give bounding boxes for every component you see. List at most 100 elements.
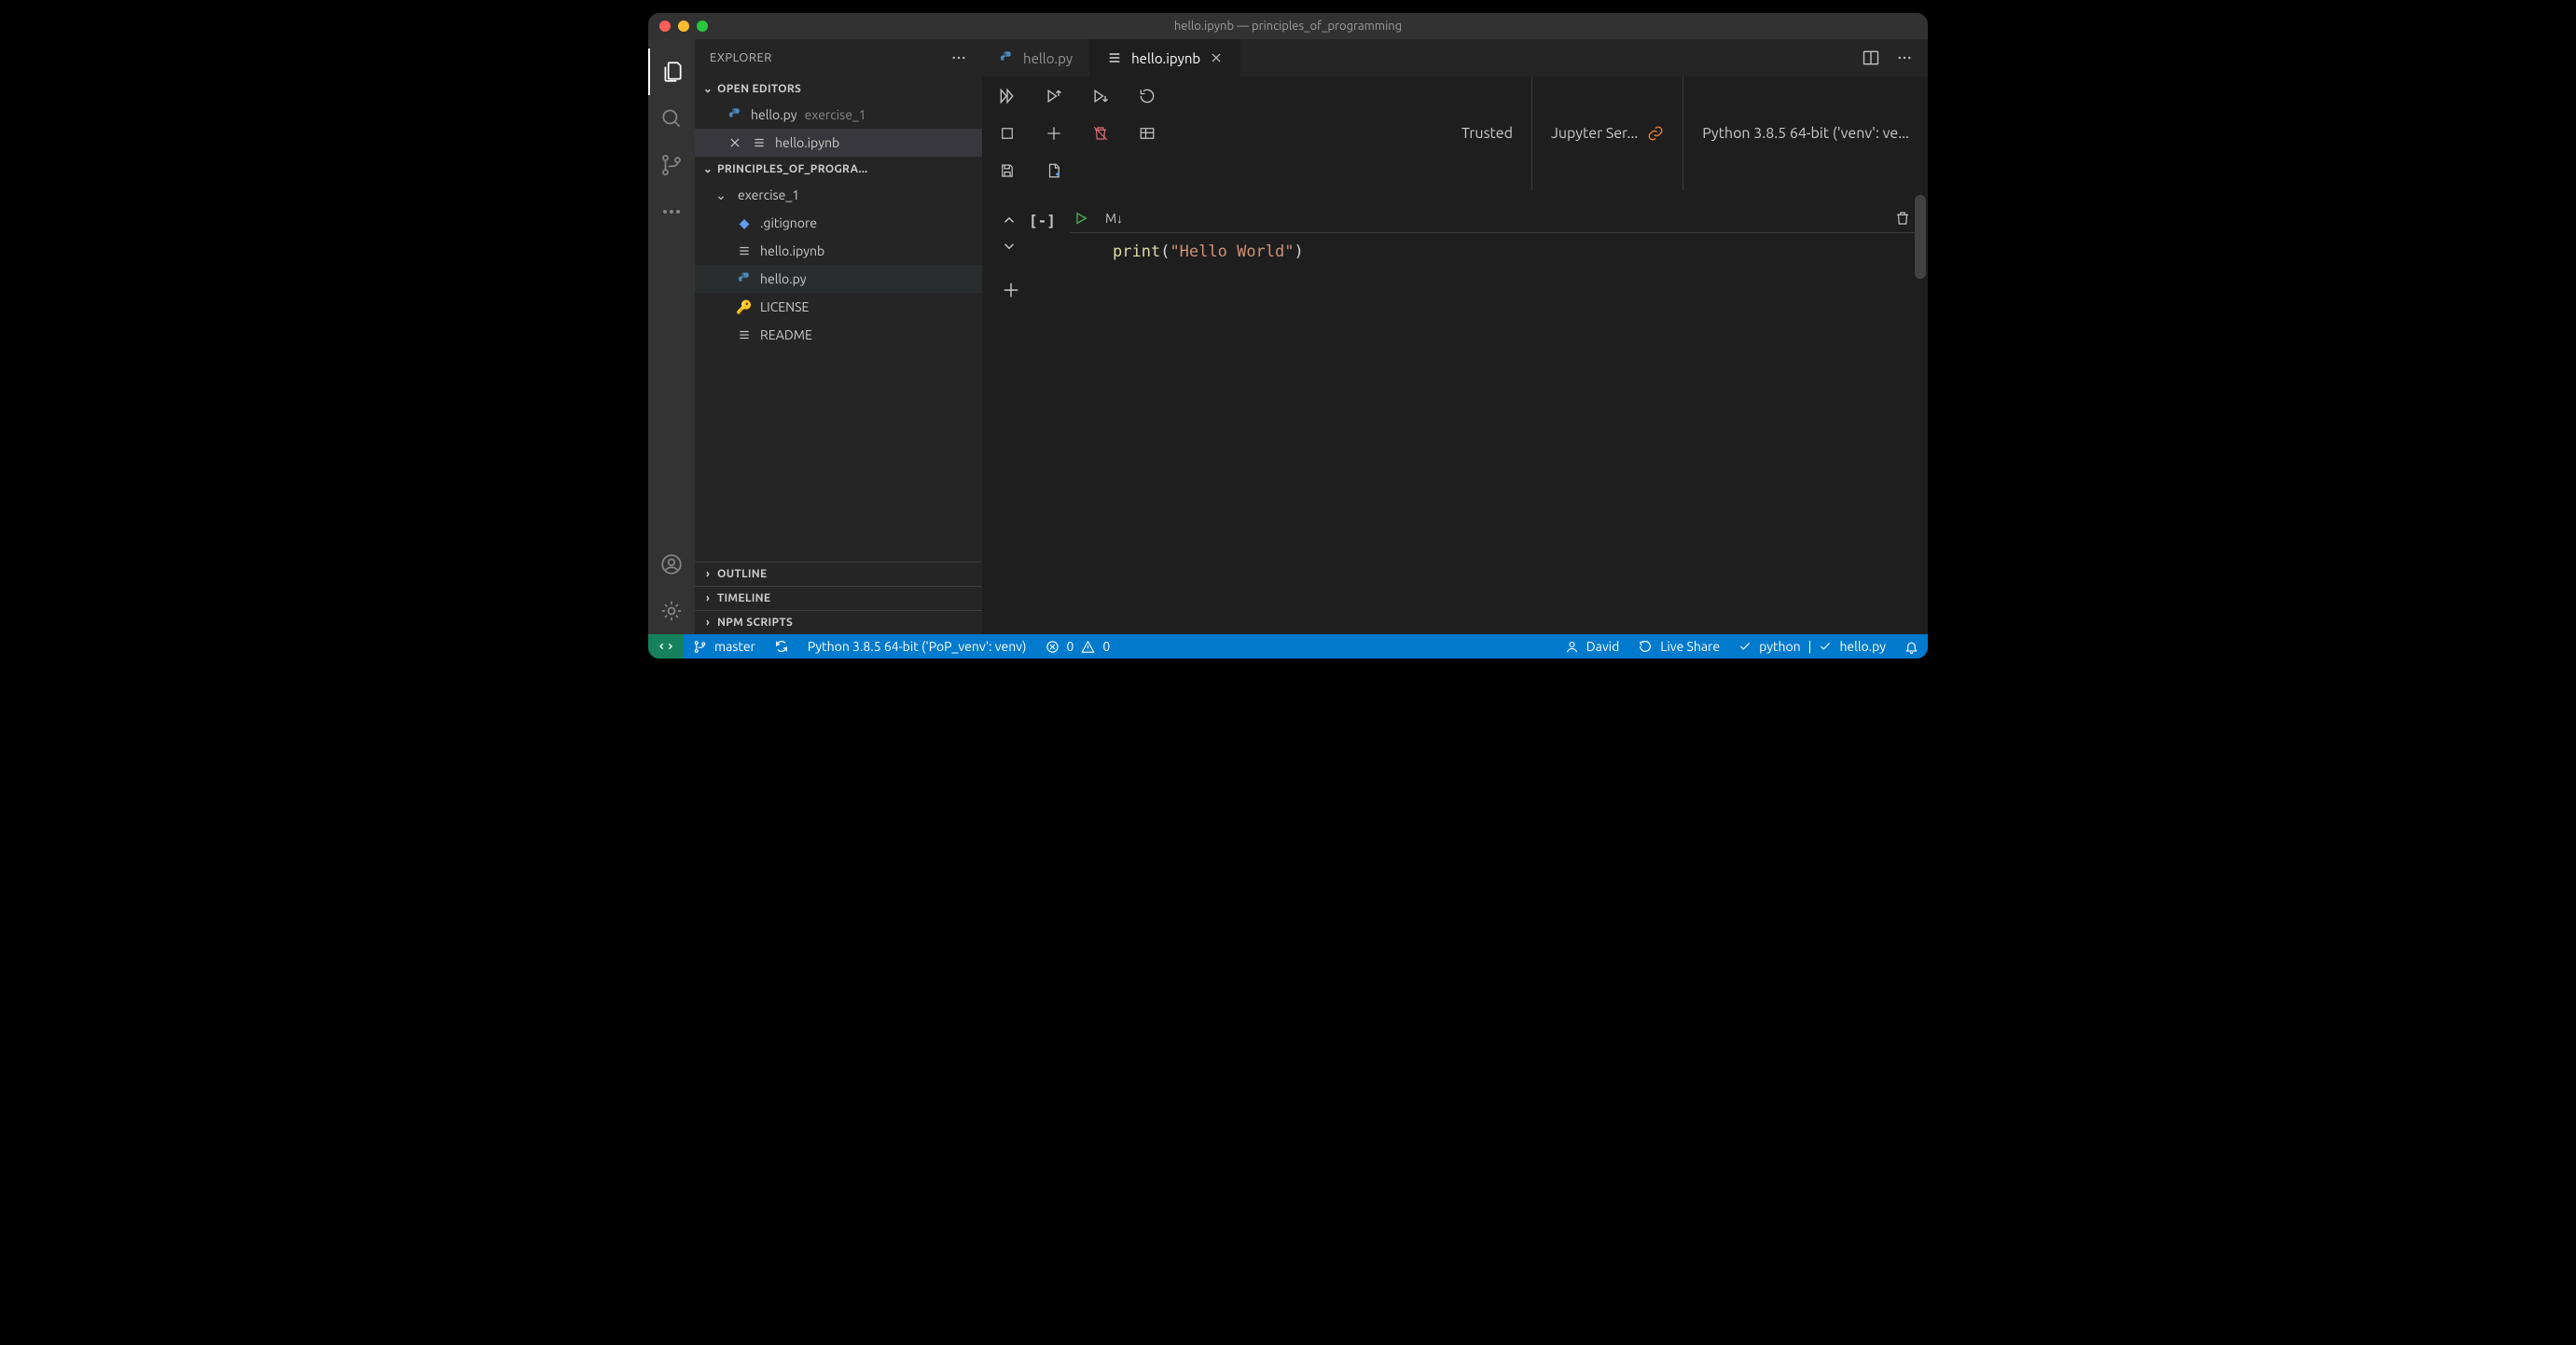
restart-kernel-button[interactable] — [1137, 86, 1157, 106]
cell-code[interactable]: print("Hello World") — [1070, 233, 1918, 270]
close-editor-button[interactable] — [727, 136, 743, 149]
outline-header[interactable]: › OUTLINE — [695, 562, 982, 586]
save-button[interactable] — [997, 160, 1018, 181]
tab-hello-py[interactable]: hello.py — [982, 39, 1090, 76]
status-linter[interactable]: python | hello.py — [1729, 639, 1895, 654]
separator: | — [1808, 639, 1812, 654]
gitignore-icon: ◆ — [736, 215, 753, 231]
status-bar: master Python 3.8.5 64-bit ('PoP_venv': … — [648, 634, 1928, 659]
activity-source-control[interactable] — [648, 142, 695, 188]
scrollbar[interactable] — [1915, 195, 1926, 279]
remote-button[interactable] — [648, 634, 684, 659]
status-notifications[interactable] — [1895, 640, 1928, 654]
maximize-window-button[interactable] — [697, 21, 708, 32]
info-icon — [736, 328, 753, 341]
liveshare-label: Live Share — [1660, 639, 1720, 654]
warning-icon — [1081, 640, 1095, 654]
status-liveshare[interactable]: Live Share — [1628, 639, 1729, 654]
open-editor-item[interactable]: hello.py exercise_1 — [695, 101, 982, 129]
notebook-server[interactable]: Jupyter Ser... — [1531, 76, 1683, 190]
status-branch[interactable]: master — [684, 639, 765, 654]
vscode-window: hello.ipynb — principles_of_programming — [648, 13, 1928, 659]
link-icon — [1647, 125, 1664, 142]
workspace-header[interactable]: ⌄ PRINCIPLES_OF_PROGRA... — [695, 157, 982, 181]
ellipsis-icon — [663, 210, 680, 214]
move-cell-up-button[interactable] — [999, 210, 1019, 230]
notebook-cell[interactable]: M↓ print("Hello World") — [1070, 208, 1918, 270]
code-token: print — [1113, 243, 1160, 261]
account-icon — [659, 552, 684, 576]
person-icon — [1565, 640, 1579, 654]
activity-account[interactable] — [648, 541, 695, 588]
cell-collapse-toggle[interactable]: [-] — [1029, 208, 1060, 229]
split-editor-button[interactable] — [1861, 48, 1881, 68]
activity-settings[interactable] — [648, 588, 695, 634]
tab-close-button[interactable] — [1210, 51, 1223, 64]
file-item[interactable]: hello.py — [695, 265, 982, 293]
stop-icon — [999, 125, 1016, 142]
titlebar: hello.ipynb — principles_of_programming — [648, 13, 1928, 39]
editor-more-button[interactable] — [1894, 48, 1915, 68]
npm-scripts-header[interactable]: › NPM SCRIPTS — [695, 610, 982, 634]
trash-icon — [1894, 210, 1911, 227]
notebook-icon — [751, 136, 768, 149]
minimize-window-button[interactable] — [678, 21, 689, 32]
run-above-button[interactable] — [1044, 86, 1064, 106]
close-window-button[interactable] — [659, 21, 671, 32]
notebook-kernel[interactable]: Python 3.8.5 64-bit ('venv': ve... — [1683, 76, 1928, 190]
delete-cell-button[interactable] — [1894, 210, 1911, 227]
chevron-down-icon: ⌄ — [700, 162, 715, 175]
activity-search[interactable] — [648, 95, 695, 142]
warning-count: 0 — [1102, 639, 1110, 654]
split-icon — [1862, 49, 1880, 67]
play-icon — [1073, 211, 1088, 226]
clear-outputs-button[interactable] — [1090, 123, 1111, 144]
interrupt-button[interactable] — [997, 123, 1018, 144]
file-name: LICENSE — [760, 299, 809, 314]
tab-hello-ipynb[interactable]: hello.ipynb — [1090, 39, 1240, 76]
plus-icon — [1001, 280, 1021, 300]
convert-to-markdown-button[interactable]: M↓ — [1105, 211, 1123, 226]
status-problems[interactable]: 0 0 — [1036, 639, 1120, 654]
plus-icon — [1045, 124, 1063, 143]
timeline-label: TIMELINE — [717, 592, 770, 604]
sidebar-more-button[interactable] — [950, 49, 967, 66]
activity-more[interactable] — [648, 188, 695, 235]
export-button[interactable] — [1044, 160, 1064, 181]
outline-label: OUTLINE — [717, 568, 767, 580]
run-cell-button[interactable] — [1073, 211, 1088, 226]
notebook-trusted[interactable]: Trusted — [1443, 76, 1531, 190]
sidebar-title: EXPLORER — [695, 39, 982, 76]
python-icon — [727, 107, 743, 122]
file-hint: exercise_1 — [805, 107, 866, 122]
key-icon: 🔑 — [736, 299, 753, 315]
activity-explorer[interactable] — [648, 49, 695, 95]
status-python[interactable]: Python 3.8.5 64-bit ('PoP_venv': venv) — [798, 639, 1036, 654]
status-sync[interactable] — [765, 639, 798, 654]
move-cell-down-button[interactable] — [999, 236, 1019, 257]
add-cell-button[interactable] — [1044, 123, 1064, 144]
tab-label: hello.py — [1023, 50, 1073, 66]
notebook-body: [-] M↓ print("Hello World") — [982, 191, 1928, 634]
file-item[interactable]: README — [695, 321, 982, 349]
export-icon — [1046, 162, 1062, 179]
open-editor-item[interactable]: hello.ipynb — [695, 129, 982, 157]
error-icon — [1046, 640, 1059, 654]
file-item[interactable]: 🔑 LICENSE — [695, 293, 982, 321]
file-item[interactable]: ◆ .gitignore — [695, 209, 982, 237]
kernel-label: Python 3.8.5 64-bit ('venv': ve... — [1702, 125, 1909, 142]
run-all-button[interactable] — [997, 86, 1018, 106]
open-editors-header[interactable]: ⌄ OPEN EDITORS — [695, 76, 982, 101]
python-icon — [736, 271, 753, 286]
close-icon — [728, 136, 741, 149]
variables-button[interactable] — [1137, 123, 1157, 144]
folder-item[interactable]: ⌄ exercise_1 — [695, 181, 982, 209]
timeline-header[interactable]: › TIMELINE — [695, 586, 982, 610]
run-below-button[interactable] — [1090, 86, 1111, 106]
add-cell-below-button[interactable] — [999, 270, 1918, 300]
file-item[interactable]: hello.ipynb — [695, 237, 982, 265]
file-name: hello.ipynb — [775, 135, 839, 150]
status-account[interactable]: David — [1556, 639, 1629, 654]
linter-label: hello.py — [1839, 639, 1886, 654]
editor-tabs: hello.py hello.ipynb — [982, 39, 1928, 76]
